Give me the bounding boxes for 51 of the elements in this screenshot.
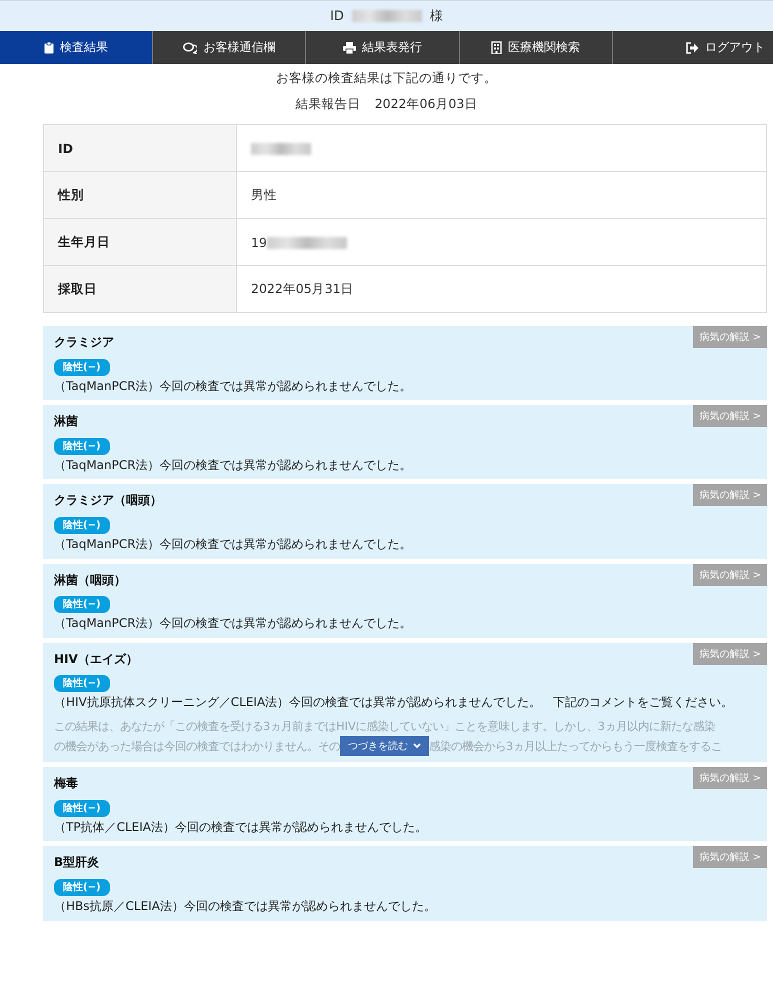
result-badge: 陰性(−) [54, 878, 110, 896]
id-label: ID [330, 8, 344, 24]
report-date-label: 結果報告日 [296, 96, 361, 113]
test-name: 梅毒 [52, 775, 78, 792]
result-text: （TP抗体／CLEIA法）今回の検査では異常が認められませんでした。 [54, 820, 428, 836]
nav-tab[interactable]: 検査結果 [0, 31, 154, 64]
chevron-down-icon [413, 743, 421, 750]
comment-text: この結果は、あなたが「この検査を受ける3ヵ月前まではHIVに感染していない」ことを意味します。しかし、3ヵ月以内に新たな感染 [54, 718, 716, 735]
disease-info-link[interactable]: 病気の解説 > [693, 405, 767, 428]
chat-icon [183, 42, 198, 54]
result-badge: 陰性(−) [54, 596, 110, 614]
result-badge: 陰性(−) [54, 438, 110, 455]
comment-text: の機会があった場合は今回の検査ではわかりません。その [54, 738, 340, 755]
field-label: 採取日 [44, 266, 236, 312]
test-name: HIV（エイズ） [53, 650, 138, 668]
result-badge: 陰性(−) [54, 358, 110, 376]
honorific-text: 様 [430, 8, 443, 25]
field-value: 男性 [236, 172, 766, 218]
result-text: （TaqManPCR法）今回の検査では異常が認められませんでした。 [54, 536, 413, 553]
disease-info-link[interactable]: 病気の解説 > [693, 642, 767, 665]
disease-info-link[interactable]: 病気の解説 > [693, 846, 767, 868]
test-name: クラミジア（咽頭） [53, 492, 162, 509]
result-badge: 陰性(−) [54, 675, 110, 692]
disease-info-link[interactable]: 病気の解説 > [693, 326, 767, 348]
disease-info-link[interactable]: 病気の解説 > [693, 484, 767, 506]
field-label: 生年月日 [44, 218, 236, 266]
clipboard-icon [44, 42, 54, 54]
building-icon [491, 41, 502, 54]
field-value: 19 [236, 218, 766, 266]
result-text: （TaqManPCR法）今回の検査では異常が認められませんでした。 [54, 378, 413, 394]
read-more-button[interactable]: つづきを読む [340, 736, 429, 756]
result-badge: 陰性(−) [54, 800, 110, 817]
field-label: 性別 [44, 172, 236, 218]
test-name: クラミジア [53, 334, 114, 351]
result-text: （TaqManPCR法）今回の検査では異常が認められませんでした。 [54, 458, 413, 474]
test-name: B型肝炎 [53, 854, 100, 871]
field-value: 2022年05月31日 [236, 266, 766, 312]
test-name: 淋菌（咽頭） [53, 572, 126, 588]
test-name: 淋菌 [53, 413, 78, 430]
comment-text: 感染の機会から3ヵ月以上たってからもう一度検査をするこ [429, 738, 722, 755]
result-text: （TaqManPCR法）今回の検査では異常が認められませんでした。 [54, 616, 413, 632]
disease-info-link[interactable]: 病気の解説 > [693, 564, 767, 586]
field-label: ID [44, 124, 236, 172]
intro-text: お客様の検査結果は下記の通りです。 [276, 70, 497, 87]
result-text: （HIV抗原抗体スクリーニング／CLEIA法）今回の検査では異常が認められませんでした。 下記のコメントをご覧ください。 [54, 695, 734, 711]
report-date-value: 2022年06月03日 [374, 96, 478, 113]
result-text: （HBs抗原／CLEIA法）今回の検査では異常が認められませんでした。 [54, 898, 437, 915]
disease-info-link[interactable]: 病気の解説 > [693, 767, 767, 790]
sign-out-icon [686, 42, 700, 54]
printer-icon [343, 42, 356, 54]
result-badge: 陰性(−) [54, 516, 110, 534]
